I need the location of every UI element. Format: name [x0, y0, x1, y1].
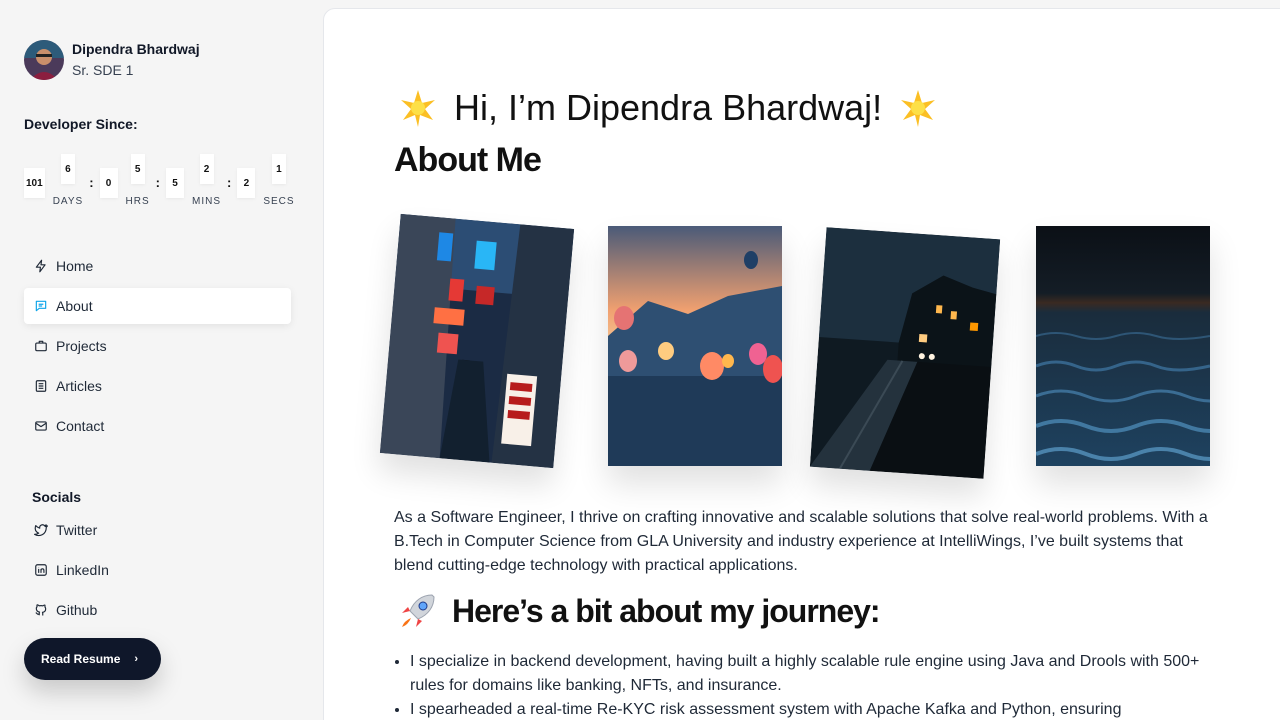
list-item: I spearheaded a real-time Re-KYC risk as…	[410, 698, 1230, 720]
counter-secs-digit: 1	[271, 154, 286, 184]
social-linkedin[interactable]: LinkedIn	[24, 552, 291, 588]
nav-item-home[interactable]: Home	[24, 248, 291, 284]
nav-item-contact[interactable]: Contact	[24, 408, 291, 444]
counter-days: 101 6 DAYS	[24, 154, 83, 207]
nav-label: Contact	[56, 418, 105, 434]
profile-name: Dipendra Bhardwaj	[72, 41, 200, 57]
nav-label: Articles	[56, 378, 102, 394]
profile-role: Sr. SDE 1	[72, 62, 134, 78]
photo-dark-water	[1036, 226, 1210, 466]
photo-night-street	[809, 227, 1001, 479]
nav-item-projects[interactable]: Projects	[24, 328, 291, 364]
avatar	[24, 40, 64, 80]
sparkle-icon	[901, 90, 936, 127]
journey-heading: Here’s a bit about my journey:	[398, 591, 881, 631]
counter-mins-digit: 2	[199, 154, 214, 184]
counter-hrs: 0 5 HRS	[99, 154, 150, 207]
main-nav: Home About Projects Articles Contact	[24, 248, 291, 448]
counter-secs: 2 1 SECS	[237, 154, 294, 207]
journey-list: I specialize in backend development, hav…	[410, 650, 1230, 720]
counter-hrs-digit: 5	[130, 154, 145, 184]
social-label: LinkedIn	[56, 562, 109, 578]
developer-since-counter: 101 6 DAYS : 0 5 HRS : 5 2 MINS : 2 1 SE…	[24, 154, 295, 207]
main-content: Hi, I’m Dipendra Bhardwaj! About Me As a…	[323, 8, 1280, 720]
counter-mins-value: 5	[166, 168, 184, 198]
counter-secs-label: SECS	[263, 196, 295, 207]
nav-label: About	[56, 298, 93, 314]
counter-days-label: DAYS	[52, 196, 84, 207]
list-item: I specialize in backend development, hav…	[410, 650, 1230, 698]
sparkle-icon	[401, 90, 435, 127]
intro-paragraph: As a Software Engineer, I thrive on craf…	[394, 509, 1208, 574]
github-icon	[35, 604, 47, 616]
photo-city-alley	[379, 213, 575, 469]
chat-icon	[35, 300, 47, 312]
about-title: About Me	[394, 141, 542, 179]
socials-list: Twitter LinkedIn Github	[24, 512, 291, 632]
counter-hrs-value: 0	[99, 168, 118, 198]
rocket-icon	[402, 594, 435, 627]
counter-days-digit: 6	[60, 154, 75, 184]
profile[interactable]: Dipendra Bhardwaj Sr. SDE 1	[24, 40, 200, 80]
read-resume-button[interactable]: Read Resume ›	[24, 638, 161, 680]
counter-separator: :	[89, 175, 94, 190]
nav-label: Projects	[56, 338, 107, 354]
nav-label: Home	[56, 258, 94, 274]
counter-separator: :	[155, 175, 160, 190]
greeting-text: Hi, I’m Dipendra Bhardwaj!	[454, 87, 883, 128]
social-twitter[interactable]: Twitter	[24, 512, 291, 548]
bolt-icon	[35, 259, 46, 273]
document-icon	[35, 380, 47, 392]
social-github[interactable]: Github	[24, 592, 291, 628]
developer-since-title: Developer Since:	[24, 116, 138, 132]
social-label: Github	[56, 602, 98, 618]
nav-item-articles[interactable]: Articles	[24, 368, 291, 404]
counter-mins: 5 2 MINS	[166, 154, 221, 207]
nav-item-about[interactable]: About	[24, 288, 291, 324]
journey-title: Here’s a bit about my journey:	[452, 592, 881, 629]
photo-hot-air-balloons	[608, 226, 782, 466]
twitter-icon	[34, 524, 48, 537]
mail-icon	[35, 421, 47, 431]
counter-separator: :	[227, 175, 232, 190]
greeting: Hi, I’m Dipendra Bhardwaj!	[398, 87, 938, 129]
briefcase-icon	[35, 340, 47, 352]
chevron-right-icon: ›	[134, 653, 139, 665]
socials-title: Socials	[32, 489, 82, 505]
counter-days-value: 101	[24, 168, 45, 198]
counter-secs-value: 2	[237, 168, 256, 198]
social-label: Twitter	[56, 522, 98, 538]
read-resume-label: Read Resume	[41, 652, 121, 666]
sidebar: Dipendra Bhardwaj Sr. SDE 1 Developer Si…	[0, 0, 322, 720]
counter-hrs-label: HRS	[125, 196, 150, 207]
linkedin-icon	[35, 564, 47, 576]
counter-mins-label: MINS	[192, 196, 221, 207]
